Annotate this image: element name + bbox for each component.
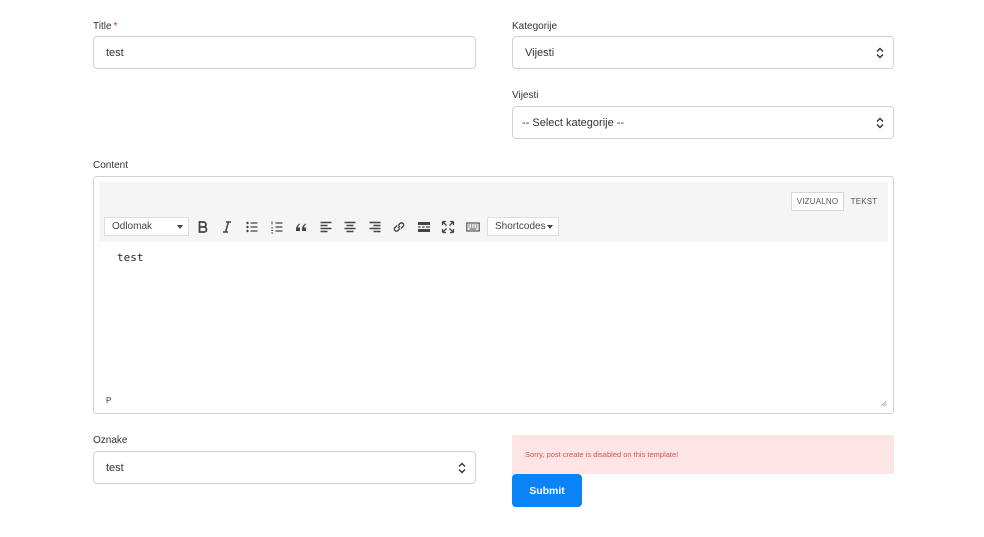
select-arrows-icon (458, 462, 466, 473)
fullscreen-button[interactable] (438, 217, 458, 237)
editor-body-text[interactable]: test (117, 251, 144, 264)
link-icon (393, 222, 405, 232)
bullet-list-button[interactable] (242, 217, 262, 237)
italic-icon (223, 221, 231, 233)
blockquote-button[interactable] (291, 217, 311, 237)
bold-button[interactable] (193, 217, 213, 237)
format-select[interactable]: Odlomak (104, 217, 189, 236)
fullscreen-icon (441, 220, 455, 234)
numbered-list-icon (271, 221, 283, 234)
bold-icon (198, 221, 208, 233)
title-input[interactable]: test (93, 36, 476, 69)
align-left-icon (320, 221, 332, 233)
required-mark: * (113, 21, 118, 32)
align-center-icon (344, 221, 356, 233)
format-select-value: Odlomak (112, 221, 153, 232)
italic-button[interactable] (217, 217, 237, 237)
resize-handle-icon[interactable] (879, 399, 887, 407)
oznake-selected-value: test (106, 461, 124, 474)
shortcodes-select[interactable]: Shortcodes (487, 217, 559, 236)
kategorije-label: Kategorije (512, 21, 558, 32)
content-label: Content (93, 160, 129, 171)
tab-text[interactable]: TEKST (846, 192, 882, 211)
shortcodes-select-value: Shortcodes (495, 221, 546, 232)
content-editor: VIZUALNO TEKST Odlomak Shortcodes test P (93, 176, 894, 414)
read-more-icon (418, 222, 430, 232)
read-more-button[interactable] (414, 217, 434, 237)
keyboard-button[interactable] (463, 217, 483, 237)
keyboard-icon (466, 222, 480, 232)
tab-visual[interactable]: VIZUALNO (791, 192, 844, 211)
numbered-list-button[interactable] (267, 217, 287, 237)
caret-down-icon (547, 225, 553, 229)
align-center-button[interactable] (340, 217, 360, 237)
kategorije-selected-value: Vijesti (525, 46, 555, 59)
align-right-icon (369, 221, 381, 233)
align-left-button[interactable] (316, 217, 336, 237)
vijesti-selected-value: -- Select kategorije -- (522, 116, 625, 129)
bullet-list-icon (246, 221, 258, 233)
caret-down-icon (177, 225, 183, 229)
editor-toolbar: VIZUALNO TEKST Odlomak Shortcodes (99, 182, 888, 242)
oznake-select[interactable]: test (93, 451, 476, 484)
editor-element-path: P (106, 396, 112, 405)
blockquote-icon (296, 223, 307, 231)
kategorije-select[interactable]: Vijesti (512, 36, 894, 69)
select-arrows-icon (876, 117, 884, 128)
error-alert: Sorry, post create is disabled on this t… (512, 435, 894, 474)
submit-button[interactable]: Submit (512, 474, 582, 507)
title-input-value: test (106, 46, 124, 59)
toolbar-row: Odlomak Shortcodes (104, 217, 883, 237)
select-arrows-icon (876, 47, 884, 58)
link-button[interactable] (389, 217, 409, 237)
align-right-button[interactable] (365, 217, 385, 237)
vijesti-select[interactable]: -- Select kategorije -- (512, 106, 894, 139)
oznake-label: Oznake (93, 435, 128, 446)
vijesti-label: Vijesti (512, 90, 539, 101)
title-label: Title * (93, 21, 118, 32)
